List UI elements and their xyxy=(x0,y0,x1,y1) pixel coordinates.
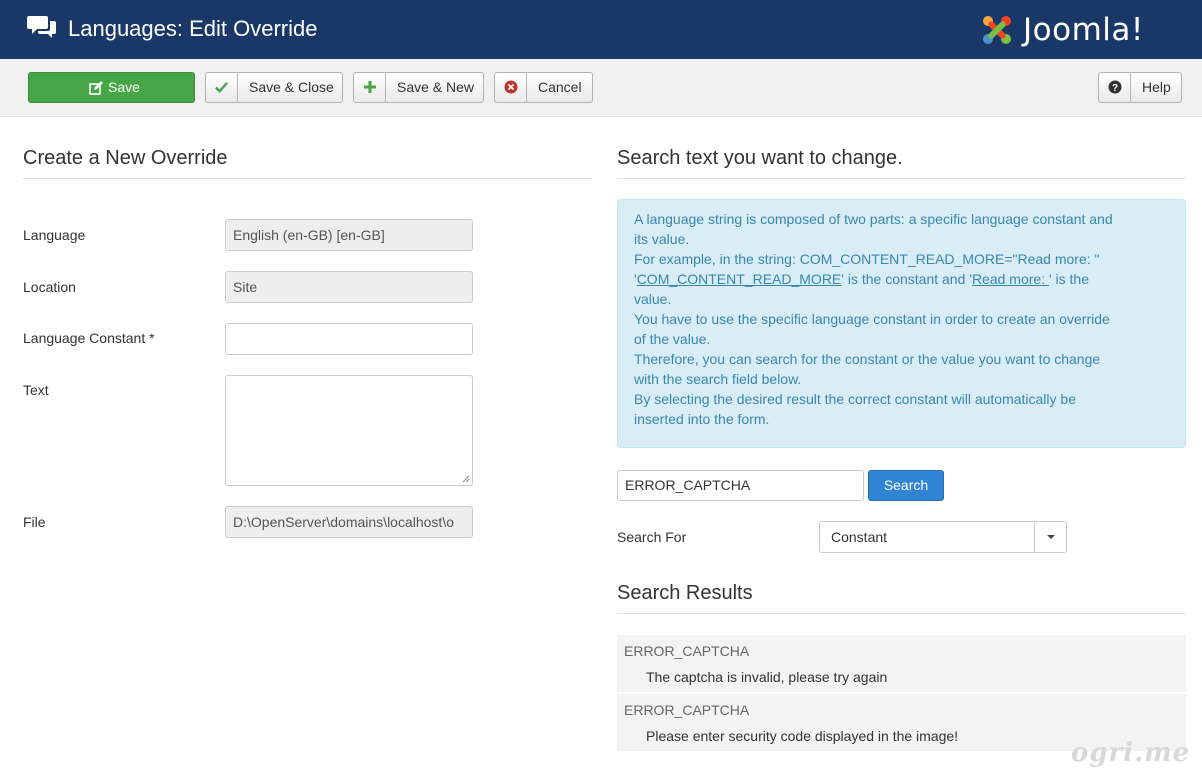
help-label: Help xyxy=(1142,79,1171,95)
results-title-divider xyxy=(617,613,1186,614)
search-for-value: Constant xyxy=(831,529,888,545)
plus-icon xyxy=(354,73,386,102)
cancel-button[interactable]: Cancel xyxy=(494,72,593,103)
save-close-label: Save & Close xyxy=(249,79,334,95)
info-line: is the xyxy=(1055,271,1090,287)
result-item[interactable]: ERROR_CAPTCHA The captcha is invalid, pl… xyxy=(617,635,1186,692)
chevron-down-icon[interactable] xyxy=(1034,522,1066,552)
info-line: For example, in the string: COM_CONTENT_… xyxy=(634,251,1100,267)
watermark: ogri.me xyxy=(1071,738,1191,768)
header-bar: Languages: Edit Override Joomla! xyxy=(0,0,1202,59)
info-line: inserted into the form. xyxy=(634,411,770,427)
info-line: value. xyxy=(634,291,672,307)
joomla-logo-text: Joomla! xyxy=(1023,12,1144,48)
cancel-icon xyxy=(495,73,527,102)
info-line-example: 'COM_CONTENT_READ_MORE' is the constant … xyxy=(634,271,1090,287)
result-value: Please enter security code displayed in … xyxy=(646,728,959,744)
page-title: Languages: Edit Override xyxy=(68,16,318,41)
location-field[interactable]: Site xyxy=(225,271,473,303)
search-title: Search text you want to change. xyxy=(617,147,903,169)
language-constant-input[interactable] xyxy=(225,323,473,355)
info-line: with the search field below. xyxy=(634,371,802,387)
question-icon: ? xyxy=(1099,73,1131,102)
save-label: Save xyxy=(108,79,140,95)
file-label: File xyxy=(23,514,46,530)
resize-grip-icon[interactable] xyxy=(462,475,470,483)
edit-icon xyxy=(89,81,103,95)
info-constant-link: COM_CONTENT_READ_MORE xyxy=(636,271,842,287)
search-title-divider xyxy=(617,178,1186,179)
info-line: its value. xyxy=(634,231,690,247)
result-constant: ERROR_CAPTCHA xyxy=(624,643,750,659)
info-line: of the value. xyxy=(634,331,711,347)
location-label: Location xyxy=(23,279,76,295)
form-title-divider xyxy=(23,178,592,179)
language-label: Language xyxy=(23,227,86,243)
save-button[interactable]: Save xyxy=(28,72,195,103)
search-button[interactable]: Search xyxy=(868,470,944,501)
info-line: Therefore, you can search for the consta… xyxy=(634,351,1101,367)
search-for-select[interactable]: Constant xyxy=(819,521,1067,553)
language-field[interactable]: English (en-GB) [en-GB] xyxy=(225,219,473,251)
text-textarea[interactable] xyxy=(225,375,473,486)
result-value: The captcha is invalid, please try again xyxy=(646,669,888,685)
comments-icon xyxy=(27,16,56,38)
search-input[interactable]: ERROR_CAPTCHA xyxy=(617,470,864,501)
info-value-link: Read more: xyxy=(971,271,1049,287)
info-line: A language string is composed of two par… xyxy=(634,211,1113,227)
check-icon xyxy=(206,73,238,102)
results-title: Search Results xyxy=(617,582,753,604)
result-constant: ERROR_CAPTCHA xyxy=(624,702,750,718)
info-box: A language string is composed of two par… xyxy=(617,199,1186,448)
info-line: By selecting the desired result the corr… xyxy=(634,391,1076,407)
cancel-label: Cancel xyxy=(538,79,582,95)
help-button[interactable]: ? Help xyxy=(1098,72,1182,103)
save-close-button[interactable]: Save & Close xyxy=(205,72,343,103)
save-new-label: Save & New xyxy=(397,79,475,95)
info-line: is the constant and xyxy=(847,271,966,287)
text-label: Text xyxy=(23,382,49,398)
save-new-button[interactable]: Save & New xyxy=(353,72,484,103)
language-constant-label: Language Constant * xyxy=(23,330,155,346)
svg-text:?: ? xyxy=(1111,83,1117,94)
toolbar: Save Save & Close Save & New Cancel ? He… xyxy=(0,59,1202,117)
info-line: You have to use the specific language co… xyxy=(634,311,1110,327)
search-for-label: Search For xyxy=(617,529,687,545)
file-field[interactable]: D:\OpenServer\domains\localhost\o xyxy=(225,506,473,538)
form-title: Create a New Override xyxy=(23,147,228,169)
